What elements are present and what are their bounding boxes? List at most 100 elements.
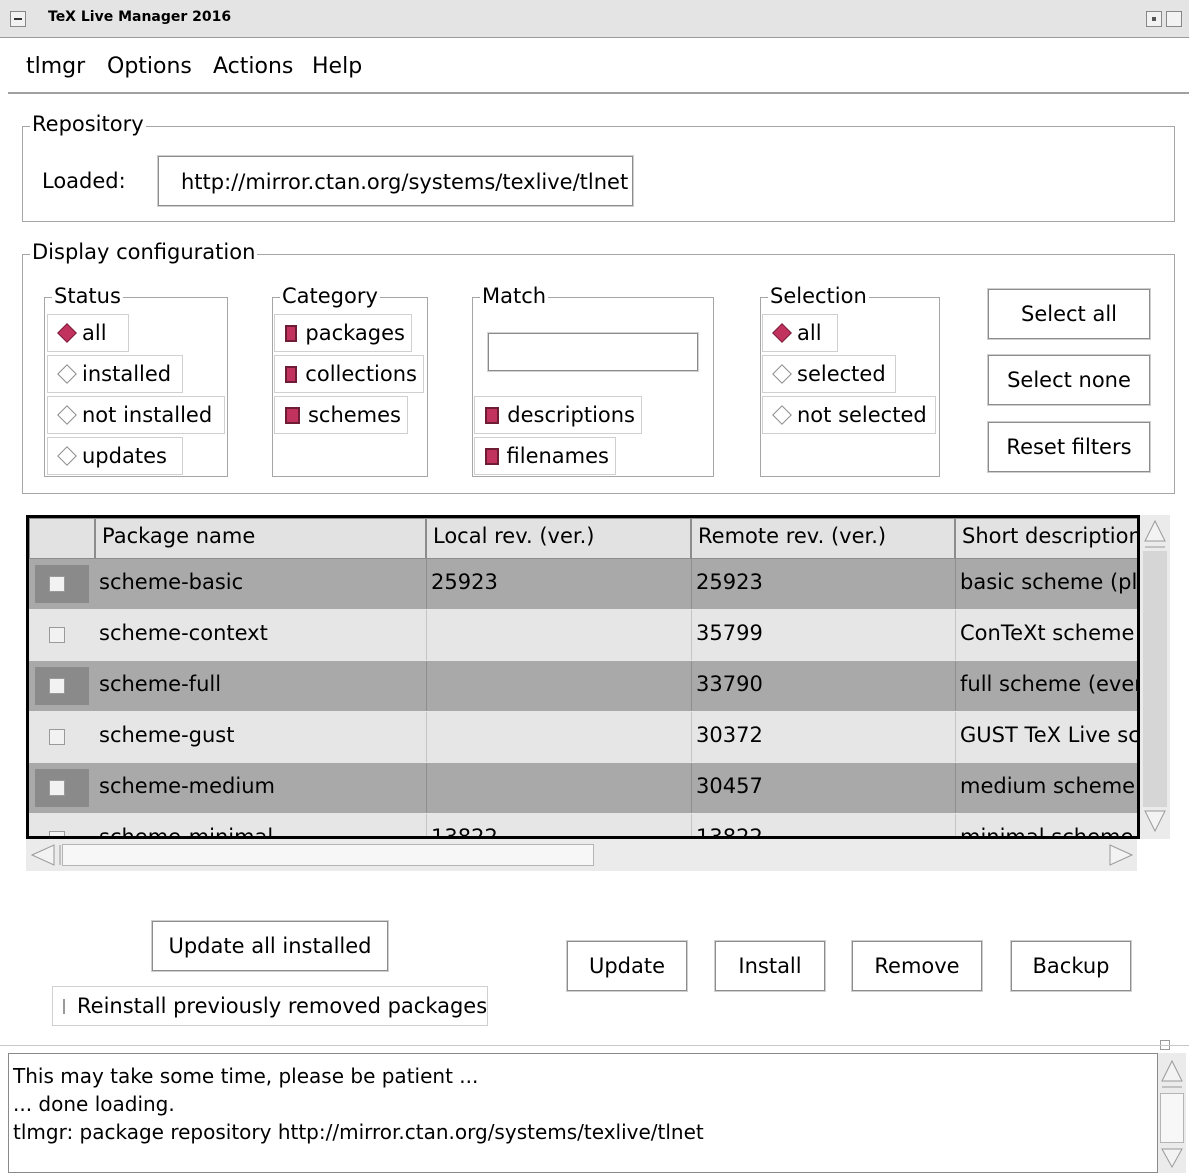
table-row[interactable]: scheme-full 33790 full scheme (every: [29, 661, 1137, 711]
short-description-cell: medium scheme: [955, 763, 1137, 813]
scroll-left-arrow-icon[interactable]: [28, 843, 62, 867]
package-name-cell: scheme-full: [99, 672, 222, 696]
short-description-cell: GUST TeX Live sc: [955, 712, 1137, 762]
iconify-icon[interactable]: [1146, 11, 1162, 27]
vertical-scroll-thumb[interactable]: [1143, 551, 1167, 807]
table-row[interactable]: scheme-gust 30372 GUST TeX Live sc: [29, 712, 1137, 762]
local-rev-cell: [426, 712, 691, 762]
row-select-checkbox[interactable]: [49, 576, 65, 592]
local-rev-cell: 13822: [426, 814, 691, 836]
log-scroll-thumb[interactable]: [1160, 1093, 1184, 1143]
update-all-installed-button[interactable]: Update all installed: [151, 920, 389, 972]
status-group-label: Status: [52, 284, 123, 308]
log-line: tlmgr: package repository http://mirror.…: [13, 1120, 704, 1144]
short-description-cell: basic scheme (pla: [955, 559, 1137, 609]
status-all-radio[interactable]: all: [47, 314, 129, 352]
reinstall-removed-checkbox[interactable]: Reinstall previously removed packages: [52, 986, 488, 1026]
radio-off-icon: [772, 405, 792, 425]
display-config-label: Display configuration: [30, 240, 258, 264]
scroll-right-arrow-icon[interactable]: [1102, 843, 1136, 867]
scroll-up-arrow-icon[interactable]: [1143, 517, 1167, 551]
row-select-checkbox[interactable]: [49, 729, 65, 745]
match-search-input[interactable]: [487, 332, 699, 372]
column-header-select[interactable]: [29, 518, 95, 559]
menu-tlmgr[interactable]: tlmgr: [26, 54, 85, 79]
package-name-cell: scheme-minimal: [99, 825, 274, 839]
column-header-package-name[interactable]: Package name: [95, 518, 426, 559]
category-group-label: Category: [280, 284, 380, 308]
log-scroll-up-arrow-icon[interactable]: [1160, 1057, 1184, 1091]
remote-rev-cell: 13822: [691, 814, 955, 836]
package-table: Package name Local rev. (ver.) Remote re…: [26, 515, 1140, 839]
select-all-button[interactable]: Select all: [987, 288, 1151, 340]
short-description-cell: full scheme (every: [955, 661, 1137, 711]
install-button[interactable]: Install: [714, 940, 826, 992]
radio-off-icon: [57, 364, 77, 384]
pane-divider: [0, 1045, 1189, 1046]
selection-all-radio[interactable]: all: [762, 314, 838, 352]
status-updates-radio[interactable]: updates: [47, 437, 183, 475]
local-rev-cell: [426, 610, 691, 660]
window-menu-icon[interactable]: [10, 11, 26, 27]
log-vertical-scrollbar[interactable]: [1158, 1053, 1186, 1173]
table-vertical-scrollbar[interactable]: [1140, 515, 1170, 839]
column-header-remote-rev[interactable]: Remote rev. (ver.): [691, 518, 955, 559]
title-bar[interactable]: TeX Live Manager 2016: [0, 0, 1189, 38]
local-rev-cell: [426, 763, 691, 813]
column-header-short-description[interactable]: Short description: [955, 518, 1137, 559]
table-row[interactable]: scheme-context 35799 ConTeXt scheme: [29, 610, 1137, 660]
status-not-installed-radio[interactable]: not installed: [47, 396, 225, 434]
row-select-checkbox[interactable]: [49, 627, 65, 643]
checkbox-unchecked-icon: [63, 998, 65, 1014]
backup-button[interactable]: Backup: [1010, 940, 1132, 992]
status-installed-radio[interactable]: installed: [47, 355, 183, 393]
remote-rev-cell: 33790: [691, 661, 955, 711]
reset-filters-button[interactable]: Reset filters: [987, 421, 1151, 473]
column-header-local-rev[interactable]: Local rev. (ver.): [426, 518, 691, 559]
menu-actions[interactable]: Actions: [213, 54, 293, 79]
maximize-icon[interactable]: [1166, 11, 1182, 27]
table-row[interactable]: scheme-minimal 13822 13822 minimal schem…: [29, 814, 1137, 839]
remote-rev-cell: 30457: [691, 763, 955, 813]
menu-options[interactable]: Options: [107, 54, 192, 79]
package-name-cell: scheme-context: [99, 621, 268, 645]
radio-off-icon: [57, 446, 77, 466]
repository-group-label: Repository: [30, 112, 146, 136]
table-row[interactable]: scheme-basic 25923 25923 basic scheme (p…: [29, 559, 1137, 609]
category-collections-checkbox[interactable]: collections: [274, 355, 424, 393]
match-filenames-checkbox[interactable]: filenames: [474, 437, 616, 475]
package-name-cell: scheme-basic: [99, 570, 244, 594]
remove-button[interactable]: Remove: [851, 940, 983, 992]
loaded-repository-button[interactable]: http://mirror.ctan.org/systems/texlive/t…: [157, 155, 634, 207]
checkbox-checked-icon: [285, 365, 298, 383]
category-packages-checkbox[interactable]: packages: [274, 314, 412, 352]
table-row[interactable]: scheme-medium 30457 medium scheme: [29, 763, 1137, 813]
match-group-label: Match: [480, 284, 549, 308]
select-none-button[interactable]: Select none: [987, 354, 1151, 406]
menu-bar: tlmgr Options Actions Help: [8, 38, 1189, 94]
local-rev-cell: [426, 661, 691, 711]
menu-help[interactable]: Help: [312, 54, 362, 79]
window-title: TeX Live Manager 2016: [48, 9, 232, 25]
log-scroll-down-arrow-icon[interactable]: [1160, 1145, 1184, 1171]
radio-off-icon: [57, 405, 77, 425]
row-select-checkbox[interactable]: [49, 831, 65, 836]
table-horizontal-scrollbar[interactable]: [26, 839, 1137, 871]
scroll-down-arrow-icon[interactable]: [1143, 807, 1167, 837]
local-rev-cell: 25923: [426, 559, 691, 609]
row-select-checkbox[interactable]: [49, 678, 65, 694]
package-name-cell: scheme-medium: [99, 774, 275, 798]
match-descriptions-checkbox[interactable]: descriptions: [474, 396, 642, 434]
selection-selected-radio[interactable]: selected: [762, 355, 896, 393]
selection-not-selected-radio[interactable]: not selected: [762, 396, 936, 434]
log-line: ... done loading.: [13, 1092, 175, 1116]
log-output[interactable]: This may take some time, please be patie…: [8, 1053, 1158, 1173]
remote-rev-cell: 25923: [691, 559, 955, 609]
checkbox-checked-icon: [485, 447, 499, 465]
update-button[interactable]: Update: [566, 940, 688, 992]
short-description-cell: ConTeXt scheme: [955, 610, 1137, 660]
category-schemes-checkbox[interactable]: schemes: [274, 396, 408, 434]
horizontal-scroll-thumb[interactable]: [62, 844, 594, 866]
loaded-label: Loaded:: [42, 169, 126, 193]
row-select-checkbox[interactable]: [49, 780, 65, 796]
